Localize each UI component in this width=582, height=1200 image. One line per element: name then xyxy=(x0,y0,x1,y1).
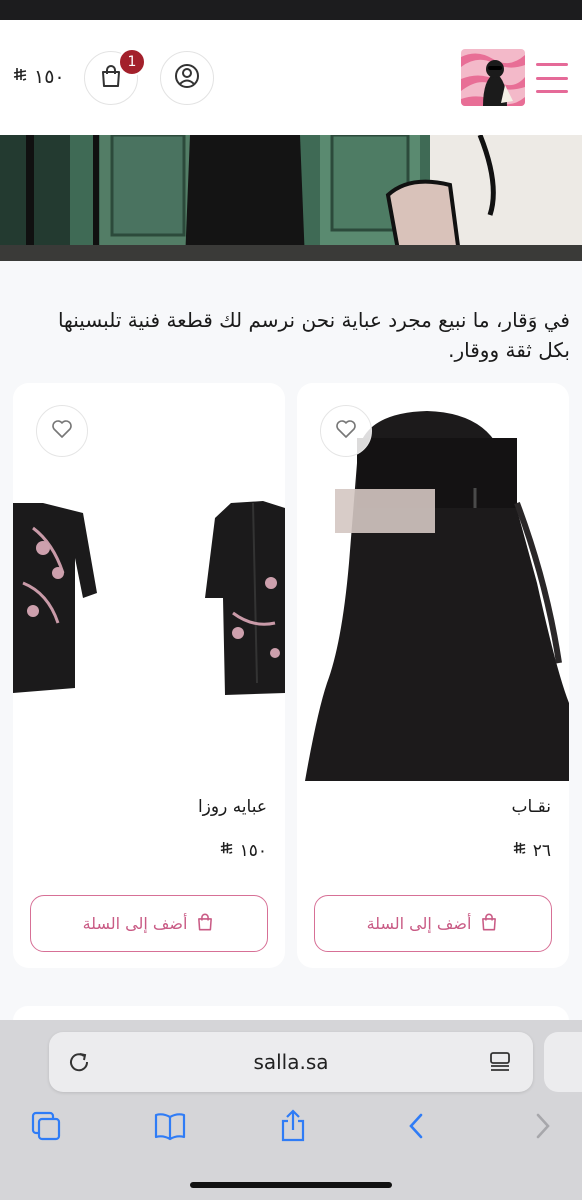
price-value: ٢٦ xyxy=(532,841,551,861)
product-price: ١٥٠ xyxy=(219,841,267,861)
bookmarks-icon[interactable] xyxy=(152,1108,188,1144)
reload-icon[interactable] xyxy=(66,1049,92,1079)
add-to-cart-label: أضف إلى السلة xyxy=(82,914,188,933)
address-bar[interactable]: salla.sa xyxy=(49,1032,533,1092)
status-bar xyxy=(0,0,582,20)
riyal-symbol-icon xyxy=(12,66,28,88)
forward-icon[interactable] xyxy=(525,1108,561,1144)
favorite-button[interactable] xyxy=(36,405,88,457)
account-icon xyxy=(173,62,201,94)
tabs-icon[interactable] xyxy=(28,1108,64,1144)
cart-icon xyxy=(479,912,499,936)
store-tagline: في وَقار، ما نبيع مجرد عباية نحن نرسم لك… xyxy=(57,308,570,362)
product-price: ٢٦ xyxy=(512,841,551,861)
cart-total: ١٥٠ xyxy=(12,66,65,88)
reader-icon[interactable] xyxy=(487,1049,513,1079)
product-card[interactable]: نقـاب ٢٦ أضف إلى السلة xyxy=(297,383,569,968)
favorite-button[interactable] xyxy=(320,405,372,457)
add-to-cart-button[interactable]: أضف إلى السلة xyxy=(314,895,552,952)
account-button[interactable] xyxy=(160,51,214,105)
product-name[interactable]: عبايه روزا xyxy=(198,797,267,817)
heart-icon xyxy=(335,419,357,443)
url-text: salla.sa xyxy=(253,1050,329,1074)
add-to-cart-button[interactable]: أضف إلى السلة xyxy=(30,895,268,952)
product-card[interactable]: عبايه روزا ١٥٠ أضف إلى السلة xyxy=(13,383,285,968)
menu-button[interactable] xyxy=(536,63,568,93)
back-icon[interactable] xyxy=(398,1108,434,1144)
share-icon[interactable] xyxy=(275,1108,311,1144)
riyal-symbol-icon xyxy=(219,841,234,861)
cart-count-badge: 1 xyxy=(118,48,146,76)
next-tab-pill[interactable] xyxy=(544,1032,582,1092)
store-logo[interactable] xyxy=(461,49,525,106)
cart-icon xyxy=(195,912,215,936)
product-name[interactable]: نقـاب xyxy=(512,797,552,817)
cart-total-value: ١٥٠ xyxy=(34,66,65,88)
add-to-cart-label: أضف إلى السلة xyxy=(366,914,472,933)
home-indicator xyxy=(190,1182,392,1188)
riyal-symbol-icon xyxy=(512,841,527,861)
heart-icon xyxy=(51,419,73,443)
hero-banner xyxy=(0,135,582,261)
price-value: ١٥٠ xyxy=(239,841,267,861)
